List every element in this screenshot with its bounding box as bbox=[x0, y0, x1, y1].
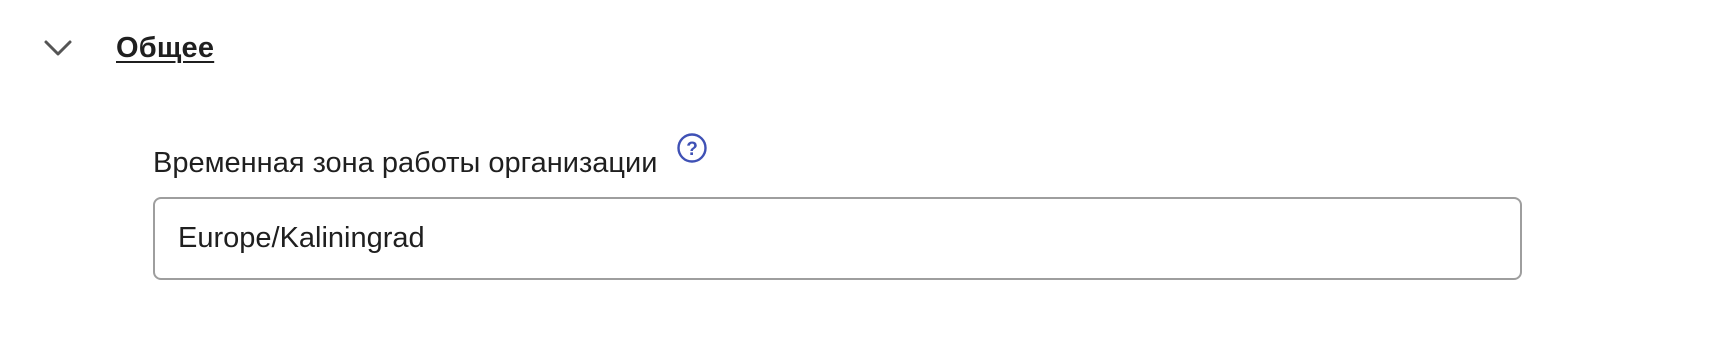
svg-text:?: ? bbox=[687, 139, 699, 160]
section-header-general[interactable]: Общее bbox=[40, 22, 214, 74]
section-title[interactable]: Общее bbox=[116, 32, 214, 65]
timezone-input[interactable] bbox=[178, 222, 1520, 255]
timezone-field: Временная зона работы организации ? bbox=[153, 130, 1522, 280]
chevron-down-icon[interactable] bbox=[40, 30, 76, 66]
timezone-input-box[interactable] bbox=[153, 197, 1522, 280]
question-circle-icon[interactable]: ? bbox=[676, 132, 708, 164]
timezone-label: Временная зона работы организации bbox=[153, 147, 658, 179]
timezone-label-row: Временная зона работы организации ? bbox=[153, 130, 1522, 190]
